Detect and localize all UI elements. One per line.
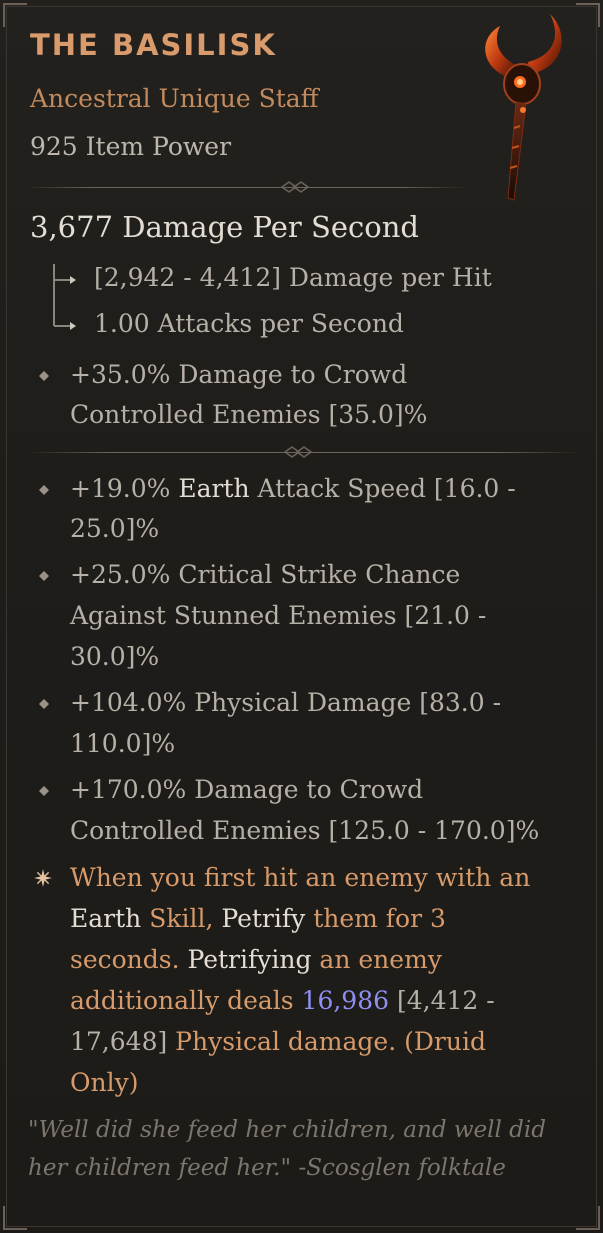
item-tooltip: THE BASILISK Ancestral Unique Staff 925 … bbox=[0, 0, 603, 1233]
stat-tree-connector-icon bbox=[53, 264, 76, 330]
unique-power-text: Physical damage. (Druid bbox=[167, 1027, 486, 1056]
unique-power-line: additionally deals 16,986 [4,412 - bbox=[70, 980, 495, 1021]
earth-keyword: Earth bbox=[178, 474, 250, 503]
affix-crowd-control-damage: Controlled Enemies [125.0 - 170.0]% bbox=[70, 816, 540, 845]
divider-ornament-icon bbox=[283, 446, 313, 458]
damage-range: 17,648] bbox=[70, 1027, 168, 1056]
unique-power-line: Earth Skill, Petrify them for 3 bbox=[70, 898, 446, 939]
affix-critical-strike: Against Stunned Enemies [21.0 - bbox=[70, 601, 487, 630]
unique-power-line: 17,648] Physical damage. (Druid bbox=[70, 1021, 486, 1062]
affix-value: +19.0% bbox=[70, 474, 179, 503]
diamond-bullet-icon bbox=[39, 699, 49, 709]
frame-corner-top-left bbox=[3, 3, 27, 27]
attacks-per-second: 1.00 Attacks per Second bbox=[94, 309, 404, 338]
section-divider bbox=[26, 187, 466, 188]
affix-text: Attack Speed [16.0 - bbox=[249, 474, 516, 503]
item-power: 925 Item Power bbox=[30, 132, 232, 161]
unique-power-text: seconds. bbox=[70, 945, 188, 974]
affix-range: 25.0]% bbox=[70, 514, 160, 543]
affix-range: 110.0]% bbox=[70, 729, 176, 758]
item-type-line: Ancestral Unique Staff bbox=[30, 84, 319, 113]
diamond-bullet-icon bbox=[39, 786, 49, 796]
skill-text: Skill, bbox=[141, 904, 222, 933]
unique-power-text: 17,648] Physical damage. (Druid bbox=[70, 1027, 486, 1056]
diamond-bullet-icon bbox=[39, 485, 49, 495]
affix-physical-damage: +104.0% Physical Damage [83.0 - bbox=[70, 688, 502, 717]
earth-keyword: Earth bbox=[70, 904, 142, 933]
unique-power-text: them for 3 bbox=[305, 904, 446, 933]
rolled-damage-value: 16,986 bbox=[301, 986, 390, 1015]
diamond-bullet-icon bbox=[39, 571, 49, 581]
affix-earth-attack-speed: +19.0% Earth Attack Speed [16.0 - bbox=[70, 468, 516, 509]
damage-range: [4,412 - bbox=[389, 986, 495, 1015]
unique-power-text: an enemy bbox=[311, 945, 442, 974]
diamond-bullet-icon bbox=[39, 371, 49, 381]
flavor-text: "Well did she feed her children, and wel… bbox=[28, 1117, 546, 1143]
frame-corner-bottom-right bbox=[576, 1206, 600, 1230]
unique-power-star-icon bbox=[34, 869, 52, 887]
damage-per-hit: [2,942 - 4,412] Damage per Hit bbox=[94, 263, 492, 292]
unique-power-line: Only) bbox=[70, 1068, 139, 1097]
affix-critical-strike: +25.0% Critical Strike Chance bbox=[70, 560, 461, 589]
frame-corner-bottom-left bbox=[3, 1206, 27, 1230]
implicit-affix-line: Controlled Enemies [35.0]% bbox=[70, 400, 428, 429]
damage-per-second: 3,677 Damage Per Second bbox=[30, 210, 419, 244]
unique-power-line: seconds. Petrifying an enemy bbox=[70, 939, 442, 980]
petrify-keyword: Petrify bbox=[221, 904, 306, 933]
unique-power-text: additionally deals bbox=[70, 986, 302, 1015]
unique-power-line: When you first hit an enemy with an bbox=[70, 863, 531, 892]
divider-ornament-icon bbox=[280, 181, 310, 193]
affix-crowd-control-damage: +170.0% Damage to Crowd bbox=[70, 775, 424, 804]
flavor-text: her children feed her." -Scosglen folkta… bbox=[28, 1155, 506, 1181]
item-name: THE BASILISK bbox=[30, 28, 277, 62]
unique-staff-icon bbox=[485, 14, 562, 201]
implicit-affix-line: +35.0% Damage to Crowd bbox=[70, 360, 408, 389]
petrifying-keyword: Petrifying bbox=[187, 945, 312, 974]
affix-range: 30.0]% bbox=[70, 642, 160, 671]
